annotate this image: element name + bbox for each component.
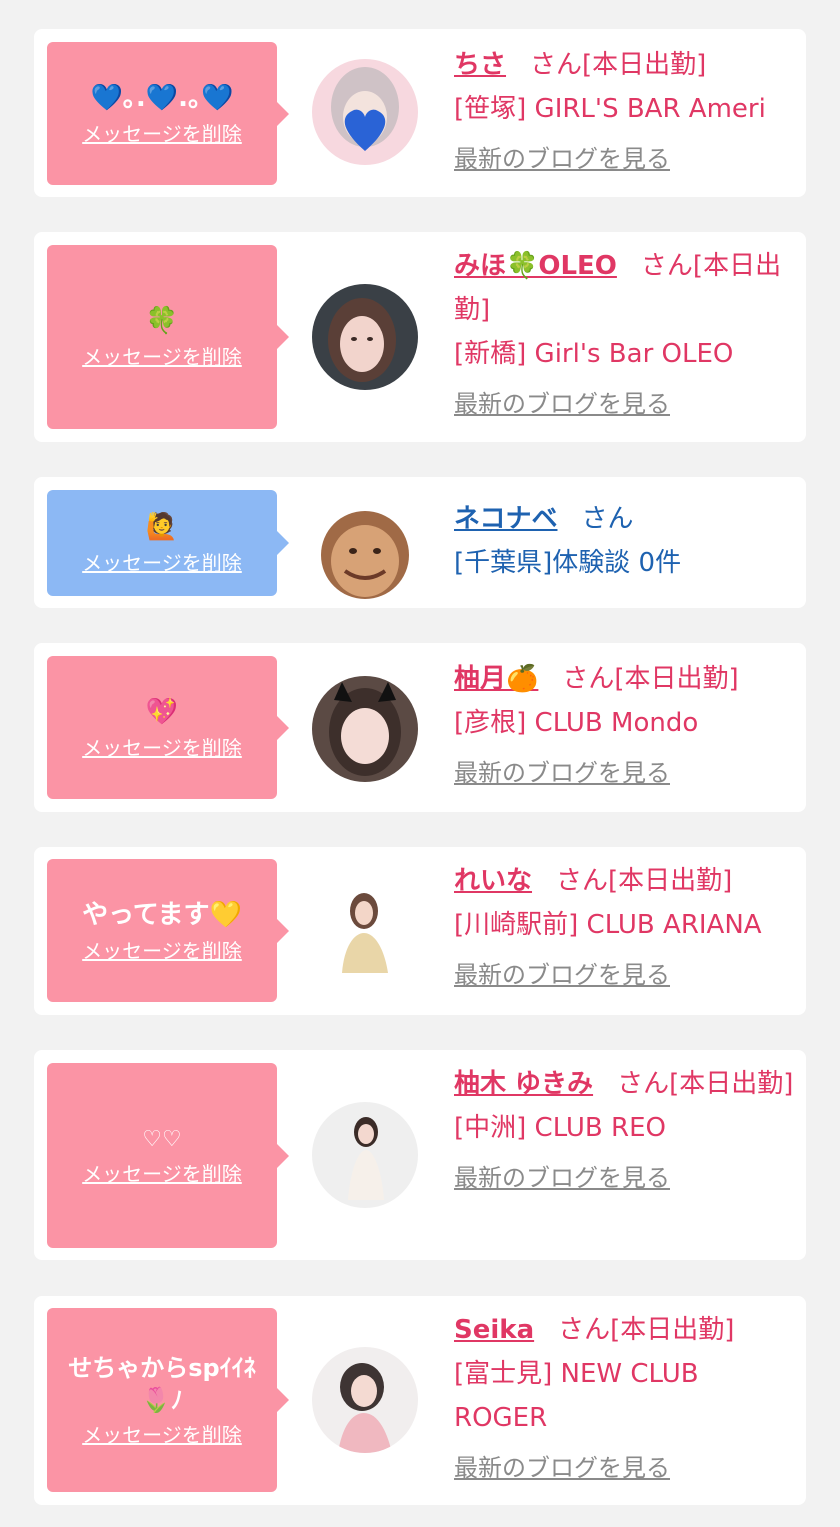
cast-info: れいな さん[本日出勤] [川崎駅前] CLUB ARIANA 最新のブログを見る xyxy=(454,859,799,997)
delete-message-link[interactable]: メッセージを削除 xyxy=(82,550,242,576)
delete-message-link[interactable]: メッセージを削除 xyxy=(82,344,242,370)
shop-name[interactable]: [川崎駅前] CLUB ARIANA xyxy=(454,903,799,947)
message-bubble: 💙｡.💙.｡💙 メッセージを削除 xyxy=(47,42,289,185)
message-list: 💙｡.💙.｡💙 メッセージを削除 ちさ さん[本日出勤] [笹塚] GIRL'S … xyxy=(0,0,840,1527)
list-item: 💖 メッセージを削除 柚月🍊 さん[本日出勤] [彦根] CLUB Mondo 最… xyxy=(34,643,806,812)
cast-name-link[interactable]: 柚月🍊 xyxy=(454,664,538,694)
avatar[interactable] xyxy=(312,877,418,983)
list-item: 💙｡.💙.｡💙 メッセージを削除 ちさ さん[本日出勤] [笹塚] GIRL'S … xyxy=(34,29,806,197)
message-bubble: やってます💛 メッセージを削除 xyxy=(47,859,289,1002)
avatar[interactable] xyxy=(312,284,418,390)
cast-name-link[interactable]: Seika xyxy=(454,1315,534,1345)
cast-status: さん[本日出勤] xyxy=(617,1069,794,1099)
message-bubble: ♡♡ メッセージを削除 xyxy=(47,1063,289,1248)
message-text: 💖 xyxy=(145,696,179,727)
shop-name[interactable]: [笹塚] GIRL'S BAR Ameri xyxy=(454,87,799,131)
message-bubble: 🍀 メッセージを削除 xyxy=(47,245,289,429)
cast-name-link[interactable]: れいな xyxy=(454,866,532,896)
cast-status: さん[本日出勤] xyxy=(558,1315,735,1345)
message-text: 🙋 xyxy=(145,512,179,542)
message-text: やってます💛 xyxy=(82,899,242,930)
avatar[interactable] xyxy=(312,1347,418,1453)
shop-name[interactable]: [富士見] NEW CLUB ROGER xyxy=(454,1352,799,1440)
shop-name[interactable]: [中洲] CLUB REO xyxy=(454,1106,799,1150)
cast-info: みほ🍀OLEO さん[本日出勤] [新橋] Girl's Bar OLEO 最新の… xyxy=(454,244,799,426)
list-item: 🙋 メッセージを削除 ネコナベ さん [千葉県]体験談 0件 xyxy=(34,477,806,608)
delete-message-link[interactable]: メッセージを削除 xyxy=(82,121,242,147)
cast-status: さん xyxy=(581,504,634,534)
message-bubble: 🙋 メッセージを削除 xyxy=(47,490,289,596)
list-item: やってます💛 メッセージを削除 れいな さん[本日出勤] [川崎駅前] CLUB … xyxy=(34,847,806,1015)
cast-info: 柚木 ゆきみ さん[本日出勤] [中洲] CLUB REO 最新のブログを見る xyxy=(454,1062,799,1200)
delete-message-link[interactable]: メッセージを削除 xyxy=(82,1161,242,1187)
avatar[interactable] xyxy=(312,59,418,165)
cast-name-link[interactable]: 柚木 ゆきみ xyxy=(454,1069,593,1099)
cast-status: さん[本日出勤] xyxy=(556,866,733,896)
delete-message-link[interactable]: メッセージを削除 xyxy=(82,1422,242,1448)
cast-info: 柚月🍊 さん[本日出勤] [彦根] CLUB Mondo 最新のブログを見る xyxy=(454,657,799,795)
cast-info: ちさ さん[本日出勤] [笹塚] GIRL'S BAR Ameri 最新のブログを… xyxy=(454,43,799,181)
latest-blog-link[interactable]: 最新のブログを見る xyxy=(454,137,799,181)
cast-status: さん[本日出勤] xyxy=(562,664,739,694)
delete-message-link[interactable]: メッセージを削除 xyxy=(82,938,242,964)
avatar[interactable] xyxy=(312,676,418,782)
list-item: 🍀 メッセージを削除 みほ🍀OLEO さん[本日出勤] [新橋] Girl's B… xyxy=(34,232,806,442)
review-count[interactable]: [千葉県]体験談 0件 xyxy=(454,541,799,585)
latest-blog-link[interactable]: 最新のブログを見る xyxy=(454,1156,799,1200)
cast-name-link[interactable]: みほ🍀OLEO xyxy=(454,251,617,281)
latest-blog-link[interactable]: 最新のブログを見る xyxy=(454,1446,799,1490)
latest-blog-link[interactable]: 最新のブログを見る xyxy=(454,953,799,997)
cast-status: さん[本日出勤] xyxy=(530,50,707,80)
shop-name[interactable]: [新橋] Girl's Bar OLEO xyxy=(454,332,799,376)
cast-info: ネコナベ さん [千葉県]体験談 0件 xyxy=(454,497,799,585)
list-item: ♡♡ メッセージを削除 柚木 ゆきみ さん[本日出勤] [中洲] CLUB REO… xyxy=(34,1050,806,1260)
latest-blog-link[interactable]: 最新のブログを見る xyxy=(454,382,799,426)
latest-blog-link[interactable]: 最新のブログを見る xyxy=(454,751,799,795)
cast-name-link[interactable]: ネコナベ xyxy=(454,504,557,534)
message-text: 💙｡.💙.｡💙 xyxy=(90,82,234,113)
message-bubble: せちゃからspｲｲﾈ🌷ﾉ メッセージを削除 xyxy=(47,1308,289,1492)
list-item: せちゃからspｲｲﾈ🌷ﾉ メッセージを削除 Seika さん[本日出勤] [富士見… xyxy=(34,1296,806,1505)
cast-info: Seika さん[本日出勤] [富士見] NEW CLUB ROGER 最新のブロ… xyxy=(454,1308,799,1490)
avatar[interactable] xyxy=(321,511,409,599)
message-text: せちゃからspｲｲﾈ🌷ﾉ xyxy=(68,1354,256,1414)
avatar[interactable] xyxy=(312,1102,418,1208)
message-text: ♡♡ xyxy=(142,1126,182,1152)
shop-name[interactable]: [彦根] CLUB Mondo xyxy=(454,701,799,745)
message-bubble: 💖 メッセージを削除 xyxy=(47,656,289,799)
delete-message-link[interactable]: メッセージを削除 xyxy=(82,735,242,761)
message-text: 🍀 xyxy=(145,306,179,336)
cast-name-link[interactable]: ちさ xyxy=(454,50,506,80)
